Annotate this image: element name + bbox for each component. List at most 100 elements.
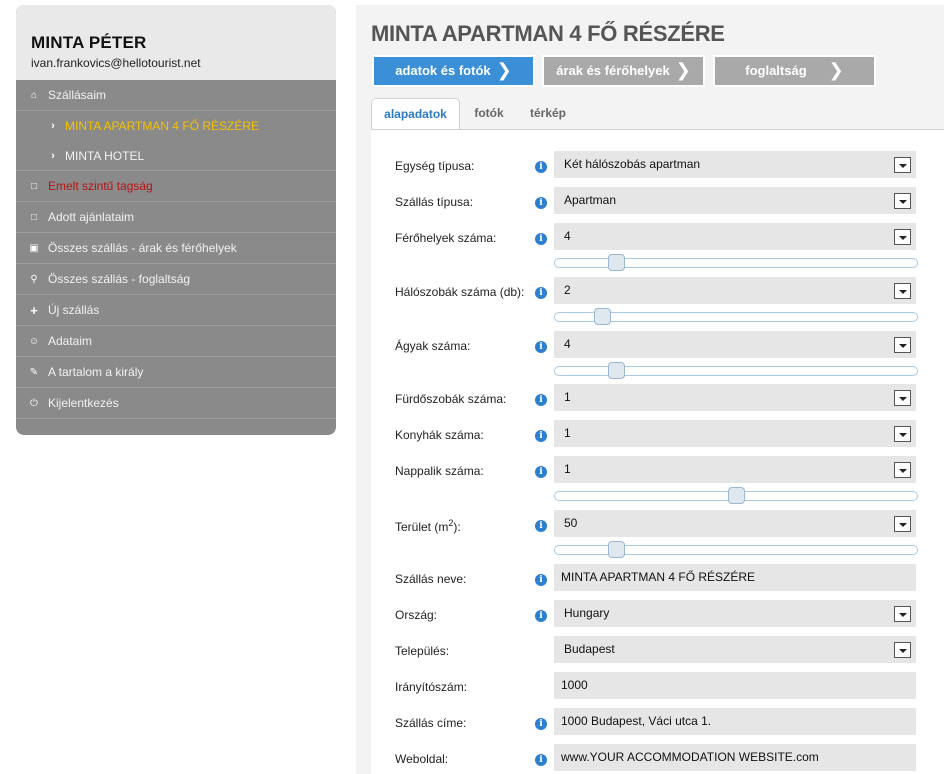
tab-terkep[interactable]: térkép — [521, 98, 575, 130]
sidebar-item-prices-capacity[interactable]: ▣ Összes szállás - árak és férőhelyek — [16, 233, 336, 264]
field-label: Ország: — [395, 608, 438, 622]
sidebar-item-content[interactable]: ✎ A tartalom a király — [16, 357, 336, 388]
info-icon[interactable]: i — [535, 161, 547, 173]
livingrooms-slider[interactable] — [554, 487, 918, 504]
step-occupancy[interactable]: foglaltság ❯ — [713, 55, 876, 87]
field-label: Irányítószám: — [395, 680, 468, 694]
info-icon[interactable]: i — [535, 430, 547, 442]
user-header: MINTA PÉTER ivan.frankovics@hellotourist… — [16, 5, 336, 80]
step-data-and-photos[interactable]: adatok és fotók ❯ — [372, 55, 535, 87]
sidebar-item-premium-membership[interactable]: □ Emelt szintű tagság — [16, 171, 336, 202]
user-email: ivan.frankovics@hellotourist.net — [31, 56, 201, 70]
field-label: Egység típusa: — [395, 159, 475, 173]
accommodation-name-input[interactable]: MINTA APARTMAN 4 FŐ RÉSZÉRE — [554, 564, 916, 591]
select-value: 2 — [564, 283, 571, 297]
city-select[interactable]: Budapest — [554, 636, 916, 663]
country-select[interactable]: Hungary — [554, 600, 916, 627]
step-label: adatok és fotók — [395, 63, 491, 78]
sidebar-item-offers[interactable]: □ Adott ajánlataim — [16, 202, 336, 233]
chevron-right-icon: › — [51, 120, 55, 132]
chevron-down-icon[interactable] — [894, 283, 911, 299]
field-label: Férőhelyek száma: — [395, 231, 497, 245]
chevron-down-icon[interactable] — [894, 606, 911, 622]
chevron-right-icon: ❯ — [675, 60, 691, 80]
zip-input[interactable]: 1000 — [554, 672, 916, 699]
website-input[interactable]: www.YOUR ACCOMMODATION WEBSITE.com — [554, 744, 916, 771]
livingrooms-select[interactable]: 1 — [554, 456, 916, 483]
sidebar-item-minta-hotel[interactable]: › MINTA HOTEL — [16, 141, 336, 171]
slider-handle[interactable] — [728, 487, 745, 504]
step-prices-and-capacity[interactable]: árak és férőhelyek ❯ — [542, 55, 705, 87]
sidebar-item-label: Adataim — [48, 334, 93, 348]
info-icon[interactable]: i — [535, 197, 547, 209]
tab-fotok[interactable]: fotók — [465, 98, 513, 130]
sidebar-item-szallasaim[interactable]: ⌂ Szállásaim — [16, 80, 336, 111]
info-icon[interactable]: i — [535, 466, 547, 478]
area-select[interactable]: 50 — [554, 510, 916, 537]
field-label: Hálószobák száma (db): — [395, 285, 525, 299]
capacity-select[interactable]: 4 — [554, 223, 916, 250]
select-value: Apartman — [564, 193, 617, 207]
info-icon[interactable]: i — [535, 574, 547, 586]
info-icon[interactable]: i — [535, 610, 547, 622]
slider-handle[interactable] — [608, 254, 625, 271]
info-icon[interactable]: i — [535, 341, 547, 353]
sidebar-item-minta-apartman[interactable]: › MINTA APARTMAN 4 FŐ RÉSZÉRE — [16, 111, 336, 141]
chevron-down-icon[interactable] — [894, 390, 911, 406]
chevron-down-icon[interactable] — [894, 193, 911, 209]
chevron-down-icon[interactable] — [894, 157, 911, 173]
info-icon[interactable]: i — [535, 287, 547, 299]
slider-handle[interactable] — [594, 308, 611, 325]
sidebar-item-label: A tartalom a király — [48, 365, 144, 379]
field-label: Nappalik száma: — [395, 464, 484, 478]
sidebar-item-label: Új szállás — [48, 303, 100, 317]
select-value: 50 — [564, 516, 578, 530]
info-icon[interactable]: i — [535, 394, 547, 406]
chevron-down-icon[interactable] — [894, 516, 911, 532]
bedrooms-select[interactable]: 2 — [554, 277, 916, 304]
sidebar: MINTA PÉTER ivan.frankovics@hellotourist… — [16, 5, 336, 435]
chevron-down-icon[interactable] — [894, 426, 911, 442]
field-label: Weboldal: — [395, 752, 449, 766]
chevron-down-icon[interactable] — [894, 337, 911, 353]
chevron-down-icon[interactable] — [894, 642, 911, 658]
document-icon: □ — [30, 212, 38, 223]
beds-slider[interactable] — [554, 362, 918, 379]
area-slider[interactable] — [554, 541, 918, 558]
select-value: 1 — [564, 390, 571, 404]
beds-select[interactable]: 4 — [554, 331, 916, 358]
info-icon[interactable]: i — [535, 233, 547, 245]
sidebar-item-label: Emelt szintű tagság — [48, 179, 153, 193]
plus-icon: + — [30, 303, 38, 318]
kitchens-select[interactable]: 1 — [554, 420, 916, 447]
bathrooms-select[interactable]: 1 — [554, 384, 916, 411]
select-value: Hungary — [564, 606, 610, 620]
address-input[interactable]: 1000 Budapest, Váci utca 1. — [554, 708, 916, 735]
stay-type-select[interactable]: Apartman — [554, 187, 916, 214]
sidebar-item-label: MINTA APARTMAN 4 FŐ RÉSZÉRE — [65, 119, 260, 133]
main-content: MINTA APARTMAN 4 FŐ RÉSZÉRE adatok és fo… — [356, 5, 944, 774]
sidebar-item-logout[interactable]: ⏻ Kijelentkezés — [16, 388, 336, 419]
capacity-slider[interactable] — [554, 254, 918, 271]
select-value: Két hálószobás apartman — [564, 157, 701, 171]
power-icon: ⏻ — [30, 398, 38, 409]
unit-type-select[interactable]: Két hálószobás apartman — [554, 151, 916, 178]
pencil-icon: ✎ — [29, 367, 39, 378]
slider-handle[interactable] — [608, 362, 625, 379]
info-icon[interactable]: i — [535, 718, 547, 730]
info-icon[interactable]: i — [535, 520, 547, 532]
form-panel: Egység típusa: i Két hálószobás apartman… — [371, 129, 944, 774]
tab-alapadatok[interactable]: alapadatok — [371, 98, 460, 130]
chevron-down-icon[interactable] — [894, 229, 911, 245]
field-label: Ágyak száma: — [395, 339, 471, 353]
field-label: Település: — [395, 644, 450, 658]
bedrooms-slider[interactable] — [554, 308, 918, 325]
sidebar-item-my-data[interactable]: ☺ Adataim — [16, 326, 336, 357]
slider-handle[interactable] — [608, 541, 625, 558]
sidebar-item-occupancy[interactable]: ⚲ Összes szállás - foglaltság — [16, 264, 336, 295]
key-icon: ⚲ — [30, 274, 38, 285]
sidebar-item-new-accommodation[interactable]: + Új szállás — [16, 295, 336, 326]
field-label: Szállás neve: — [395, 572, 467, 586]
chevron-down-icon[interactable] — [894, 462, 911, 478]
info-icon[interactable]: i — [535, 754, 547, 766]
